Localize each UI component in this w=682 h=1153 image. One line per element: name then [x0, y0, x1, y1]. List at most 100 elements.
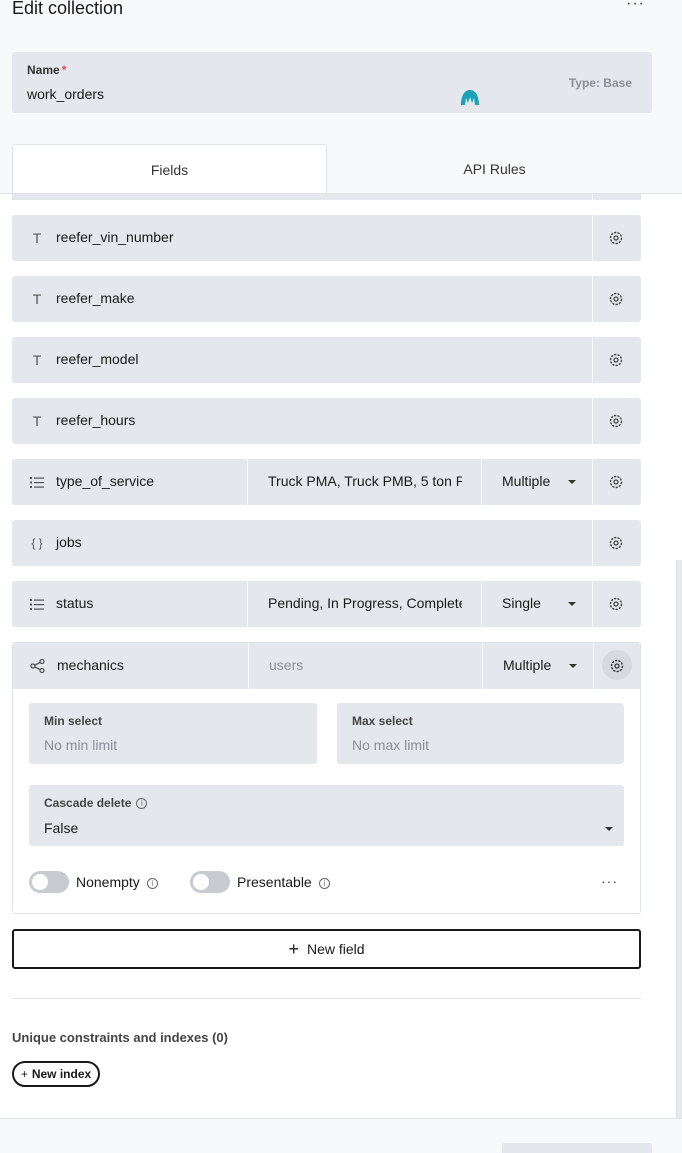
relation-icon: [30, 658, 45, 674]
select-options-input[interactable]: Truck PMA, Truck PMB, 5 ton PM: [268, 473, 462, 489]
chevron-down-icon: [568, 480, 576, 484]
min-select-field[interactable]: Min select No min limit: [29, 703, 317, 764]
row-divider: [592, 459, 593, 505]
info-icon: i: [318, 878, 330, 889]
field-name[interactable]: reefer_model: [56, 351, 139, 367]
row-divider: [481, 459, 482, 505]
json-icon: { }: [31, 536, 43, 550]
field-name[interactable]: reefer_make: [56, 290, 135, 306]
new-index-button[interactable]: + New index: [12, 1061, 100, 1087]
relation-collection-select[interactable]: users: [269, 657, 463, 673]
select-mode-dropdown[interactable]: Multiple: [502, 473, 550, 489]
panel-title: Edit collection: [12, 0, 124, 18]
text-icon: T: [32, 230, 42, 246]
max-select-field[interactable]: Max select No max limit: [337, 703, 624, 764]
toggle-knob: [32, 874, 48, 890]
cascade-delete-label: Cascade delete i: [44, 796, 148, 810]
gear-icon[interactable]: [608, 352, 624, 368]
row-divider: [247, 581, 248, 627]
collection-name-field[interactable]: Name * work_orders Type: Base: [12, 52, 652, 113]
field-row-reefer-hours[interactable]: T reefer_hours: [12, 398, 641, 444]
row-divider: [592, 581, 593, 627]
field-row-partial: [12, 194, 641, 200]
field-row-reefer-make[interactable]: T reefer_make: [12, 276, 641, 322]
field-row-jobs[interactable]: { } jobs: [12, 520, 641, 566]
max-select-input[interactable]: No max limit: [352, 737, 429, 753]
gear-icon[interactable]: [608, 535, 624, 551]
field-row-mechanics[interactable]: mechanics users Multiple: [13, 643, 640, 689]
row-divider: [592, 215, 593, 261]
chevron-down-icon: [569, 664, 577, 668]
name-label: Name *: [27, 63, 67, 77]
select-mode-dropdown[interactable]: Single: [502, 595, 541, 611]
chevron-down-icon: [605, 827, 613, 831]
section-divider: [12, 998, 641, 999]
plus-icon: +: [288, 939, 299, 959]
cascade-delete-select[interactable]: Cascade delete i False: [29, 785, 624, 846]
new-index-label: New index: [31, 1067, 92, 1081]
tab-api-rules[interactable]: API Rules: [327, 144, 662, 194]
name-input[interactable]: work_orders: [27, 86, 104, 102]
plus-icon: +: [20, 1067, 28, 1081]
more-options-icon[interactable]: ···: [601, 873, 618, 889]
row-divider: [248, 643, 249, 689]
gear-icon[interactable]: [608, 230, 624, 246]
indexes-heading: Unique constraints and indexes (0): [12, 1030, 228, 1045]
field-name[interactable]: jobs: [56, 534, 82, 550]
text-icon: T: [32, 352, 42, 368]
presentable-label: Presentable i: [237, 874, 330, 890]
row-divider: [481, 581, 482, 627]
select-options-input[interactable]: Pending, In Progress, Completed: [268, 595, 462, 611]
tab-fields[interactable]: Fields: [12, 144, 327, 194]
field-name[interactable]: status: [56, 595, 93, 611]
field-name[interactable]: type_of_service: [56, 473, 154, 489]
presentable-toggle[interactable]: [190, 871, 230, 893]
nonempty-label: Nonempty i: [76, 874, 158, 890]
row-divider: [592, 398, 593, 444]
gear-icon[interactable]: [608, 413, 624, 429]
row-divider: [592, 276, 593, 322]
toggle-knob: [193, 874, 209, 890]
gear-icon[interactable]: [608, 291, 624, 307]
panel-header: Edit collection ··· Name * work_orders Ty…: [0, 0, 682, 194]
scrollbar[interactable]: [676, 560, 682, 1118]
cascade-delete-value[interactable]: False: [44, 820, 78, 836]
gear-icon[interactable]: [609, 658, 625, 674]
row-divider: [592, 520, 593, 566]
save-button[interactable]: [502, 1143, 652, 1153]
new-field-label: New field: [306, 941, 365, 957]
more-options-icon[interactable]: ···: [626, 0, 645, 13]
field-row-status[interactable]: status Pending, In Progress, Completed S…: [12, 581, 641, 627]
collection-type-label: Type: Base: [568, 76, 632, 90]
text-icon: T: [32, 291, 42, 307]
field-row-type-of-service[interactable]: type_of_service Truck PMA, Truck PMB, 5 …: [12, 459, 641, 505]
required-marker: *: [61, 63, 67, 77]
relation-mode-dropdown[interactable]: Multiple: [503, 657, 551, 673]
list-icon: [30, 477, 44, 488]
field-row-partial-divider: [592, 194, 593, 200]
new-field-button[interactable]: + New field: [12, 929, 641, 969]
mouse-cursor-icon: [461, 90, 479, 105]
field-name[interactable]: reefer_hours: [56, 412, 135, 428]
nonempty-toggle[interactable]: [29, 871, 69, 893]
gear-icon[interactable]: [608, 474, 624, 490]
field-row-reefer-model[interactable]: T reefer_model: [12, 337, 641, 383]
tab-bar: Fields API Rules: [12, 144, 682, 194]
info-icon: i: [136, 798, 148, 809]
min-select-label: Min select: [44, 714, 103, 728]
field-name[interactable]: reefer_vin_number: [56, 229, 174, 245]
chevron-down-icon: [568, 602, 576, 606]
min-select-input[interactable]: No min limit: [44, 737, 117, 753]
row-divider: [592, 337, 593, 383]
field-card-mechanics-expanded: mechanics users Multiple Min select No m…: [12, 642, 641, 914]
field-name[interactable]: mechanics: [57, 657, 124, 673]
row-divider: [482, 643, 483, 689]
list-icon: [30, 599, 44, 610]
info-icon: i: [146, 878, 158, 889]
row-divider: [593, 643, 594, 689]
row-divider: [247, 459, 248, 505]
field-row-reefer-vin-number[interactable]: T reefer_vin_number: [12, 215, 641, 261]
text-icon: T: [32, 413, 42, 429]
panel-footer: [0, 1118, 682, 1153]
gear-icon[interactable]: [608, 596, 624, 612]
